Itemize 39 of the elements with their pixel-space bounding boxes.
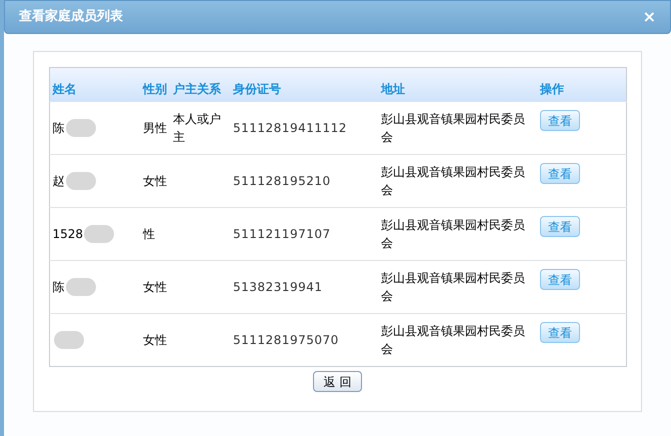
table-cell: 5111281975070 xyxy=(233,333,339,347)
redaction-mark xyxy=(54,331,84,350)
table-cell: 彭山县观音镇果园村民委员会 xyxy=(381,112,525,144)
view-button[interactable]: 查看 xyxy=(540,110,580,131)
table-cell: 51112819411112 xyxy=(233,121,347,135)
table-cell: 彭山县观音镇果园村民委员会 xyxy=(381,271,525,303)
table-cell: 女性 xyxy=(143,280,167,294)
table-cell: 彭山县观音镇果园村民委员会 xyxy=(381,324,525,356)
redaction-mark xyxy=(66,278,96,296)
table-cell: 彭山县观音镇果园村民委员会 xyxy=(381,218,525,250)
view-button[interactable]: 查看 xyxy=(540,216,580,237)
column-header: 姓名 xyxy=(49,68,140,102)
column-header: 地址 xyxy=(378,68,537,102)
table-cell: 511121197107 xyxy=(233,227,331,241)
redaction-mark xyxy=(84,225,114,244)
table-cell: 女性 xyxy=(143,174,167,188)
table-cell: 陈 xyxy=(52,280,64,294)
table-cell: 女性 xyxy=(143,333,167,347)
view-button[interactable]: 查看 xyxy=(540,322,580,343)
table-cell: 511128195210 xyxy=(233,174,331,188)
column-header: 户主关系 xyxy=(170,68,230,102)
column-header: 性别 xyxy=(140,68,170,102)
column-header: 操作 xyxy=(537,68,626,102)
table-cell: 陈 xyxy=(52,120,64,135)
column-header: 身份证号 xyxy=(230,68,378,102)
return-button[interactable]: 返 回 xyxy=(312,371,362,392)
view-button[interactable]: 查看 xyxy=(540,269,580,290)
redaction-mark xyxy=(66,172,96,190)
close-button[interactable]: × xyxy=(642,9,656,25)
table-cell: 51382319941 xyxy=(233,280,322,294)
table-cell: 彭山县观音镇果园村民委员会 xyxy=(381,165,525,197)
table-cell: 男性 xyxy=(143,121,167,135)
window-title: 查看家庭成员列表 xyxy=(19,8,123,26)
table-cell: 1528 xyxy=(52,226,84,241)
view-button[interactable]: 查看 xyxy=(540,163,580,184)
table-cell: 性 xyxy=(143,227,155,241)
table-cell: 赵 xyxy=(52,174,64,188)
table-cell: 本人或户主 xyxy=(173,112,221,144)
redaction-mark xyxy=(66,119,96,138)
